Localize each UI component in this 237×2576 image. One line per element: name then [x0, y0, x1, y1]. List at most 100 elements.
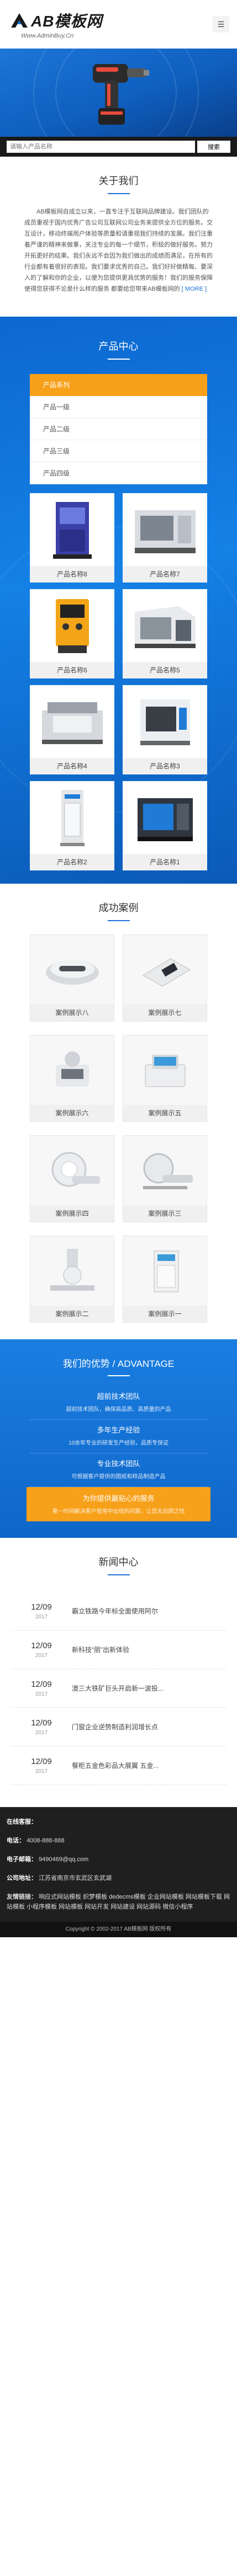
- case-card[interactable]: 案例展示三: [123, 1135, 207, 1222]
- menu-icon: ☰: [217, 19, 225, 29]
- case-card[interactable]: 案例展示五: [123, 1035, 207, 1122]
- footer-phone: 电话： 4008-888-888: [7, 1836, 230, 1846]
- advantage-item-desc: 超前技术团队，确保高品质、高质量的产品: [66, 1407, 171, 1413]
- advantage-item-desc: 可根据客户提供的图纸和样品制造产品: [71, 1474, 166, 1480]
- search-input[interactable]: [7, 141, 195, 153]
- footer-links[interactable]: 响应式网站模板 织梦模板 dedecms模板 企业网站模板 网站模板下载 网站模…: [7, 1894, 230, 1910]
- advantage-section: 我们的优势 / ADVANTAGE 超前技术团队 超前技术团队，确保高品质、高质…: [0, 1339, 237, 1538]
- case-name: 案例展示四: [30, 1205, 114, 1222]
- about-more-link[interactable]: [ MORE ]: [182, 286, 207, 292]
- news-year: 2017: [35, 1613, 48, 1620]
- product-name: 产品名称1: [123, 854, 207, 870]
- case-name: 案例展示六: [30, 1105, 114, 1121]
- case-card[interactable]: 案例展示四: [30, 1135, 114, 1222]
- case-grid: 案例展示八 案例展示七 案例展示六 案例展示五 案例展示四 案例展示三 案例展示…: [0, 921, 237, 1323]
- product-image: [123, 493, 207, 566]
- footer-email: 电子邮箱： 9490469@qq.com: [7, 1854, 230, 1864]
- product-image: [30, 781, 114, 854]
- title-divider: [107, 1375, 130, 1376]
- news-item[interactable]: 12/09 2017 门窗企业逆势制造利润增长点: [11, 1708, 226, 1746]
- logo-mark-icon: [10, 12, 29, 29]
- news-date: 12/09 2017: [11, 1641, 72, 1659]
- product-image: [123, 781, 207, 854]
- news-day: 12/09: [31, 1640, 52, 1650]
- header: AB模板网 Www.AdminBuy.Cn ☰: [0, 0, 237, 49]
- title-divider: [107, 359, 130, 360]
- news-title-link[interactable]: 霸立铁路今年标全面使用阿尔: [72, 1606, 226, 1616]
- cases-section: 成功案例 案例展示八 案例展示七 案例展示六 案例展示五 案例展示四 案例展示三…: [0, 884, 237, 1339]
- case-name: 案例展示三: [123, 1205, 207, 1222]
- case-card[interactable]: 案例展示六: [30, 1035, 114, 1122]
- case-card[interactable]: 案例展示八: [30, 934, 114, 1022]
- about-title: 关于我们: [98, 175, 139, 186]
- logo[interactable]: AB模板网 Www.AdminBuy.Cn: [10, 9, 102, 39]
- advantage-item-title: 超前技术团队: [97, 1392, 140, 1401]
- footer-value[interactable]: 9490469@qq.com: [39, 1856, 88, 1863]
- news-item[interactable]: 12/09 2017 新科技“丽”出新体验: [11, 1631, 226, 1669]
- news-item[interactable]: 12/09 2017 餐柜五金色彩品大展翼 五金...: [11, 1746, 226, 1785]
- product-category-item[interactable]: 产品一级: [30, 396, 207, 418]
- footer-label: 电话：: [7, 1837, 25, 1844]
- search-bar: 搜索: [0, 137, 237, 157]
- advantage-item-desc: 10余年专业的研发生产经验，品质专保证: [68, 1440, 169, 1446]
- logo-text: AB模板网: [31, 13, 103, 30]
- product-category-item[interactable]: 产品三级: [30, 440, 207, 462]
- product-card[interactable]: 产品名称2: [30, 781, 114, 870]
- news-title-link[interactable]: 餐柜五金色彩品大展翼 五金...: [72, 1761, 226, 1770]
- advantage-title: 我们的优势 / ADVANTAGE: [62, 1359, 175, 1369]
- footer-online-service: 在线客服：: [7, 1817, 230, 1827]
- news-year: 2017: [35, 1729, 48, 1736]
- product-card[interactable]: 产品名称1: [123, 781, 207, 870]
- case-image: [30, 1136, 114, 1205]
- footer-label: 电子邮箱：: [7, 1856, 37, 1863]
- search-button[interactable]: 搜索: [197, 141, 230, 153]
- case-image: [123, 1035, 207, 1105]
- advantage-item-title: 多年生产经验: [97, 1426, 140, 1434]
- products-section: 产品中心 产品系列 产品一级 产品二级 产品三级 产品四级 产品名称8 产品名称…: [0, 317, 237, 884]
- title-divider: [107, 1574, 130, 1575]
- product-image: [30, 589, 114, 662]
- banner[interactable]: [0, 49, 237, 137]
- news-title: 新闻中心: [98, 1557, 139, 1568]
- case-image: [30, 935, 114, 1004]
- news-title-link[interactable]: 澳三大铁矿巨头开启新一波投...: [72, 1684, 226, 1693]
- case-image: [30, 1035, 114, 1105]
- cases-title: 成功案例: [98, 902, 139, 913]
- news-day: 12/09: [31, 1602, 52, 1612]
- news-day: 12/09: [31, 1718, 52, 1728]
- advantage-item-desc: 第一时间解决客户使用中出现的问题，让您无后顾之忧: [52, 1509, 185, 1515]
- news-day: 12/09: [31, 1756, 52, 1766]
- case-card[interactable]: 案例展示二: [30, 1236, 114, 1323]
- news-date: 12/09 2017: [11, 1680, 72, 1697]
- news-date: 12/09 2017: [11, 1602, 72, 1620]
- product-category-item[interactable]: 产品二级: [30, 418, 207, 440]
- case-card[interactable]: 案例展示一: [123, 1236, 207, 1323]
- news-year: 2017: [35, 1691, 48, 1697]
- product-category-list: 产品系列 产品一级 产品二级 产品三级 产品四级: [30, 374, 207, 484]
- about-text: AB模板网自成立以来，一直专注于互联网品牌建设。我们团队的成员重视于国内优秀广告…: [0, 194, 237, 295]
- news-year: 2017: [35, 1768, 48, 1775]
- footer-label: 公司地址：: [7, 1875, 37, 1882]
- drill-image: [93, 64, 149, 125]
- news-item[interactable]: 12/09 2017 澳三大铁矿巨头开启新一波投...: [11, 1669, 226, 1708]
- news-title-link[interactable]: 新科技“丽”出新体验: [72, 1645, 226, 1654]
- news-day: 12/09: [31, 1679, 52, 1689]
- case-image: [123, 1236, 207, 1306]
- news-item[interactable]: 12/09 2017 霸立铁路今年标全面使用阿尔: [11, 1592, 226, 1631]
- advantage-item: 专业技术团队 可根据客户提供的图纸和样品制造产品: [30, 1453, 207, 1487]
- footer-address: 公司地址： 江苏省南京市玄武区玄武湖: [7, 1873, 230, 1883]
- logo-subtitle: Www.AdminBuy.Cn: [21, 33, 74, 39]
- footer-label: 在线客服：: [7, 1819, 37, 1825]
- menu-button[interactable]: ☰: [213, 16, 229, 33]
- news-title-link[interactable]: 门窗企业逆势制造利润增长点: [72, 1722, 226, 1731]
- footer-label: 友情链接：: [7, 1894, 37, 1900]
- advantage-item: 多年生产经验 10余年专业的研发生产经验，品质专保证: [30, 1420, 207, 1453]
- news-list: 12/09 2017 霸立铁路今年标全面使用阿尔 12/09 2017 新科技“…: [11, 1592, 226, 1785]
- advantage-item-title: 为你提供最贴心的服务: [82, 1494, 155, 1503]
- footer-value: 江苏省南京市玄武区玄武湖: [39, 1875, 112, 1882]
- footer-value[interactable]: 4008-888-888: [27, 1837, 65, 1844]
- product-category-item[interactable]: 产品四级: [30, 462, 207, 484]
- case-name: 案例展示一: [123, 1306, 207, 1322]
- product-category-item[interactable]: 产品系列: [30, 374, 207, 396]
- case-card[interactable]: 案例展示七: [123, 934, 207, 1022]
